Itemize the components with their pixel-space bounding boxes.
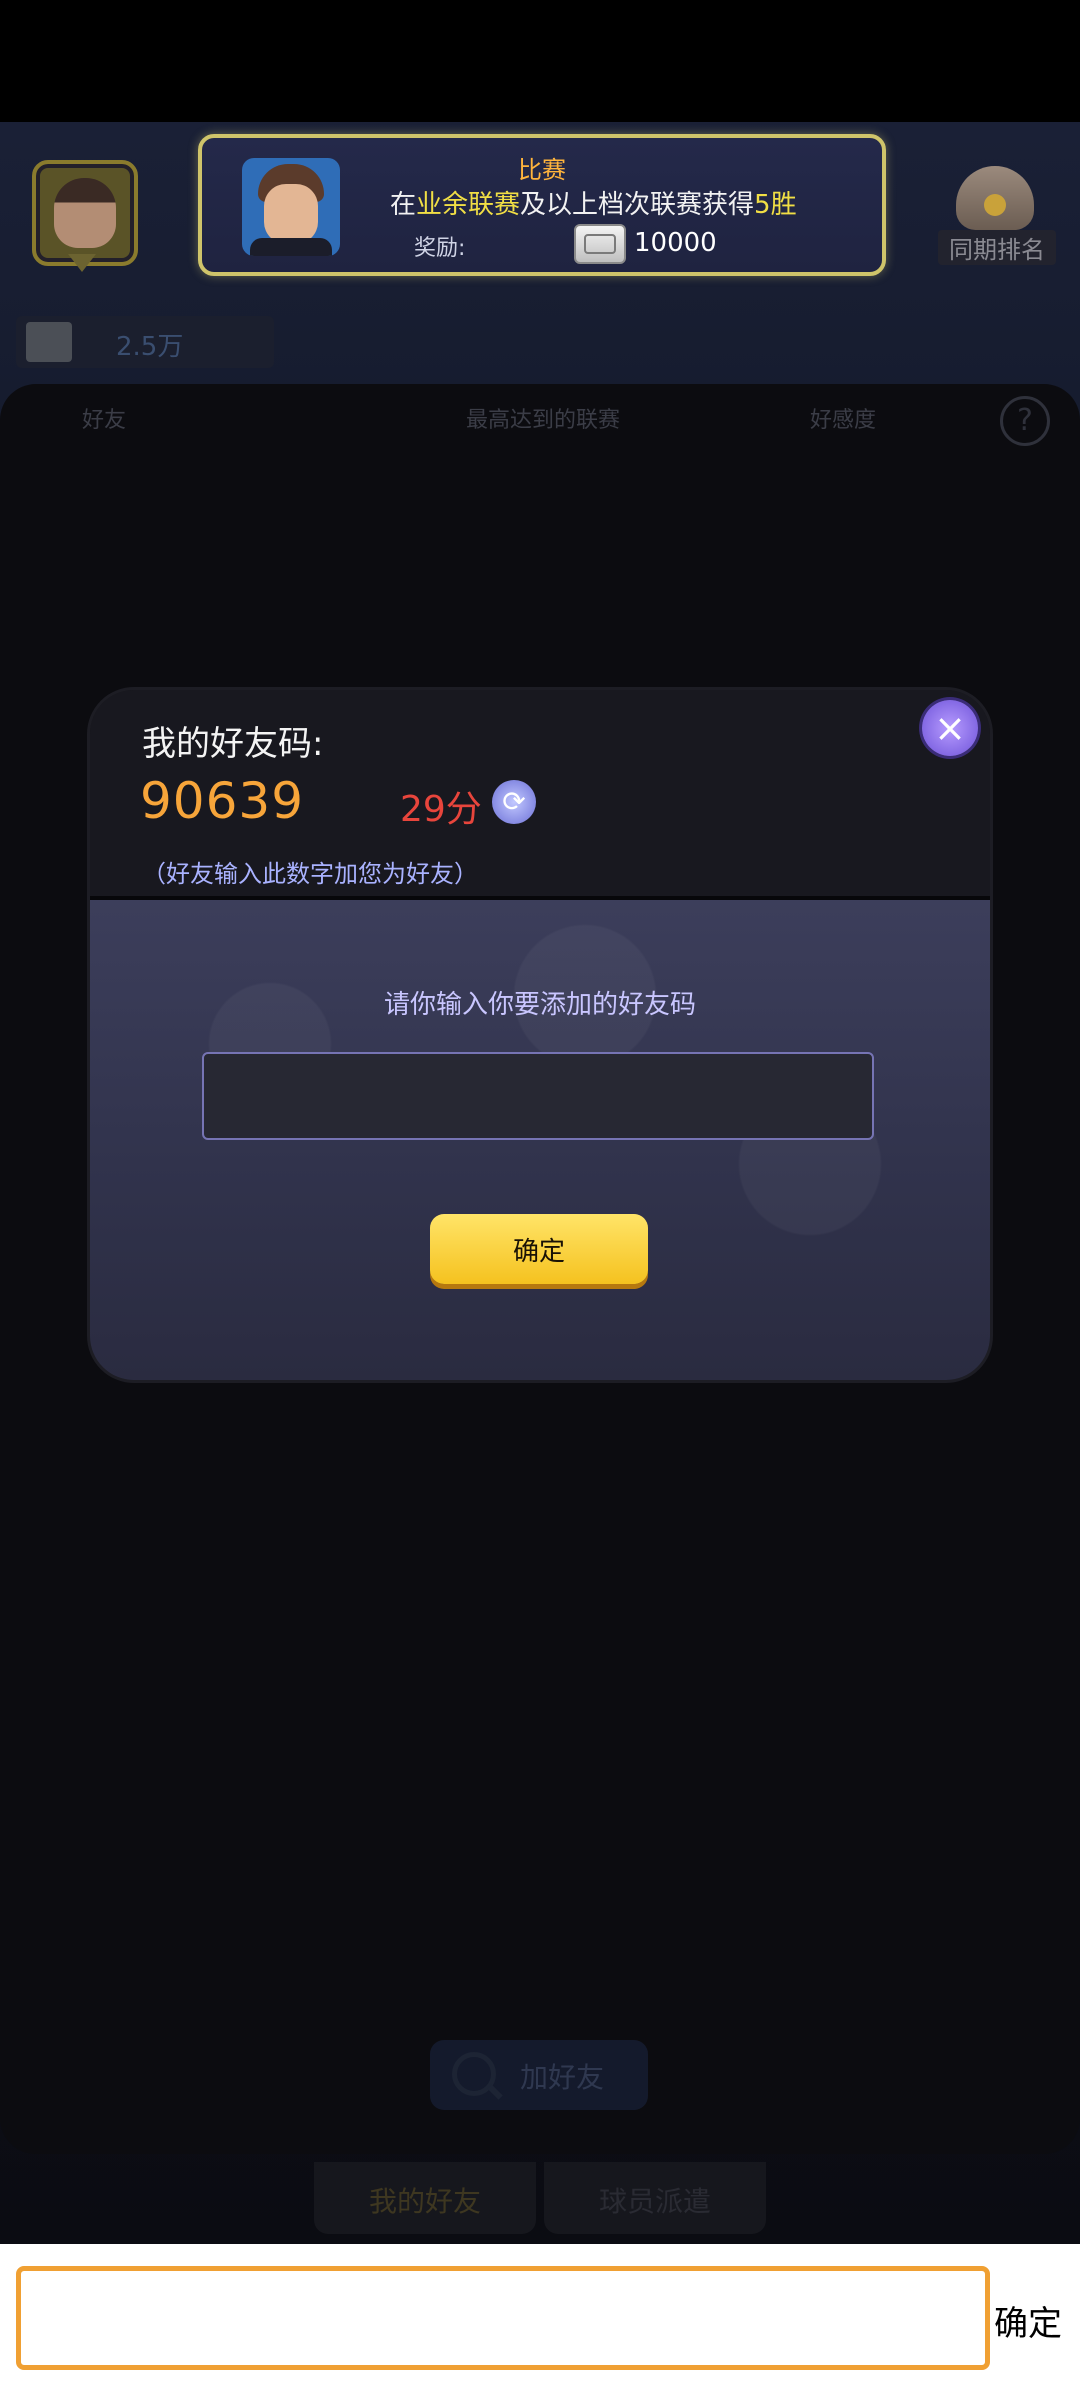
cash-icon (26, 322, 72, 362)
tab-my-friends-label: 我的好友 (368, 2185, 481, 2218)
help-icon[interactable]: ? (1000, 396, 1050, 446)
cash-icon (574, 224, 626, 264)
money-display: 2.5万 (16, 316, 274, 368)
friend-code-dialog: 我的好友码: 90639 29分 ⟳ （好友输入此数字加您为好友） 请你输入你要… (90, 690, 990, 1380)
column-favor: 好感度 (810, 408, 877, 433)
my-code-section: 我的好友码: 90639 29分 ⟳ （好友输入此数字加您为好友） (90, 690, 990, 896)
money-value: 2.5万 (116, 332, 184, 362)
reward-label: 奖励: (414, 236, 466, 261)
refresh-icon[interactable]: ⟳ (492, 780, 536, 824)
my-code-label: 我的好友码: (142, 724, 324, 764)
banner-description: 在业余联赛及以上档次联赛获得5胜 (390, 190, 797, 220)
confirm-button[interactable]: 确定 (430, 1214, 648, 1284)
friend-list-header: 好友 最高达到的联赛 好感度 ? (0, 384, 1080, 446)
add-friend-label: 加好友 (520, 2061, 605, 2094)
status-bar (0, 0, 1080, 122)
contest-banner[interactable]: 比赛 在业余联赛及以上档次联赛获得5胜 奖励: 10000 (198, 134, 886, 276)
medal-icon (956, 166, 1034, 230)
tab-player-dispatch[interactable]: 球员派遣 (544, 2162, 766, 2234)
column-league: 最高达到的联赛 (466, 408, 621, 433)
ranking-button[interactable]: 同期排名 (938, 166, 1056, 266)
player-avatar[interactable] (32, 160, 138, 266)
player-avatar-face (54, 178, 116, 248)
friend-code-input[interactable] (202, 1052, 874, 1140)
add-friend-button[interactable]: 加好友 (430, 2040, 648, 2110)
close-icon[interactable]: × (922, 700, 978, 756)
tab-my-friends[interactable]: 我的好友 (314, 2162, 536, 2234)
my-friend-code: 90639 (140, 772, 305, 830)
ime-confirm-button[interactable]: 确定 (994, 2296, 1062, 2345)
tab-player-dispatch-label: 球员派遣 (598, 2185, 711, 2218)
column-friend: 好友 (82, 408, 127, 433)
avatar-dropdown-icon (68, 254, 96, 272)
input-prompt: 请你输入你要添加的好友码 (383, 990, 696, 1020)
search-icon (452, 2052, 496, 2096)
text-input-bar: 确定 (0, 2244, 1080, 2400)
reward-value: 10000 (634, 228, 717, 258)
banner-title: 比赛 (518, 156, 566, 184)
native-text-input[interactable] (16, 2266, 990, 2370)
ranking-label: 同期排名 (938, 230, 1056, 265)
code-hint: （好友输入此数字加您为好友） (142, 860, 478, 888)
code-timer: 29分 (400, 789, 482, 830)
add-code-section: 请你输入你要添加的好友码 确定 (90, 900, 990, 1380)
